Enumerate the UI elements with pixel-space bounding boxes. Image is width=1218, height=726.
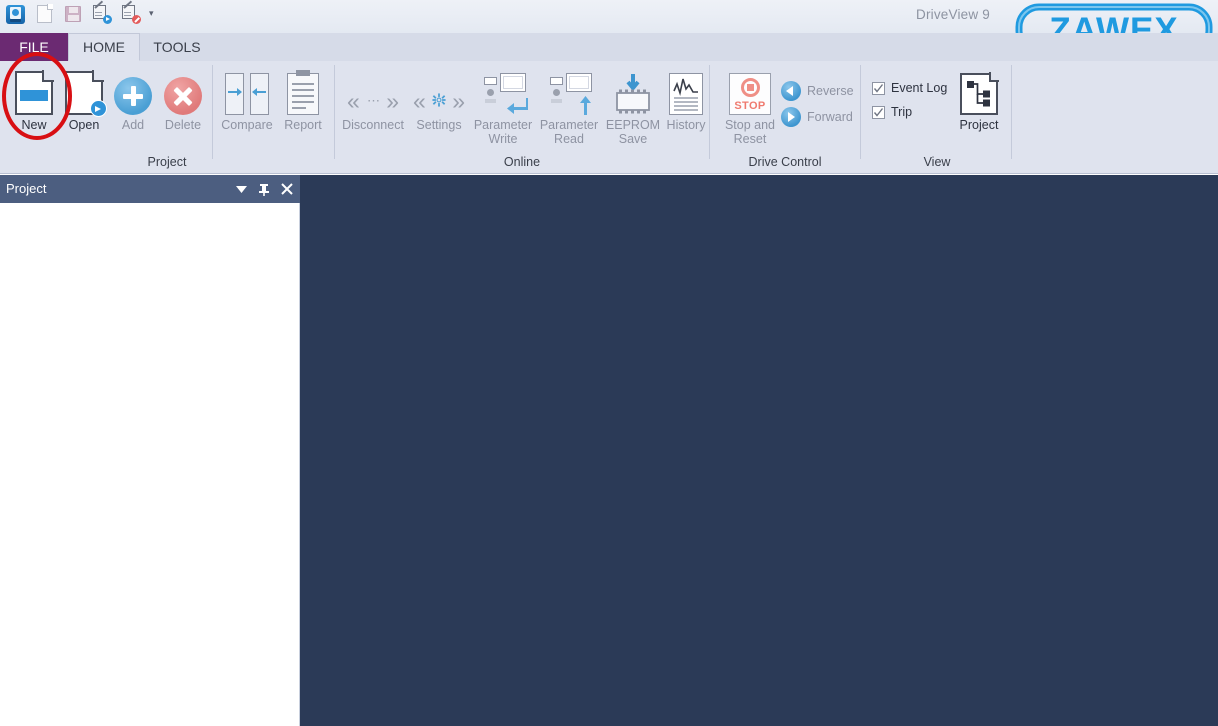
stop-icon-text: STOP	[734, 100, 766, 112]
parameter-read-label-line2: Read	[554, 132, 584, 146]
stop-and-reset-button[interactable]: STOP Stop and Reset	[719, 65, 781, 146]
stop-icon: STOP	[729, 73, 771, 115]
quick-access-toolbar: ▾	[4, 0, 154, 25]
event-log-checkbox[interactable]: Event Log	[872, 81, 947, 95]
chevron-down-icon[interactable]: ▾	[149, 8, 154, 20]
compare-button[interactable]: Compare	[216, 65, 278, 132]
history-button-label: History	[666, 118, 706, 132]
new-button-label: New	[21, 118, 47, 132]
ribbon-group-drive-control: STOP Stop and Reset Reverse Forward Driv…	[711, 61, 859, 173]
parameter-write-label-line1: Parameter	[473, 118, 533, 132]
parameter-write-label-line2: Write	[488, 132, 518, 146]
reverse-button[interactable]: Reverse	[781, 81, 854, 101]
new-button[interactable]: New	[8, 65, 60, 132]
disconnect-button[interactable]: « ⋯ » Disconnect	[338, 65, 408, 133]
project-dock-panel: Project	[0, 175, 300, 726]
close-x-icon	[164, 77, 202, 115]
settings-gear-icon: « »	[413, 88, 465, 114]
ribbon-tab-strip: FILE HOME TOOLS	[0, 33, 1218, 61]
plus-icon	[114, 77, 152, 115]
edit-disconnect-icon[interactable]	[120, 0, 142, 25]
compare-icon	[225, 73, 269, 115]
open-button-label: Open	[68, 118, 100, 132]
add-button-label: Add	[121, 118, 145, 132]
app-icon[interactable]	[4, 3, 26, 25]
history-chart-icon	[669, 73, 703, 115]
trip-checkbox[interactable]: Trip	[872, 105, 912, 119]
title-bar: ▾ DriveView 9 ZAWEX	[0, 0, 1218, 55]
forward-button[interactable]: Forward	[781, 107, 853, 127]
ribbon-group-online-label: Online	[503, 155, 541, 169]
tab-home[interactable]: HOME	[68, 33, 140, 61]
ribbon-group-project-label: Project	[147, 155, 187, 169]
disconnect-icon: « ⋯ »	[347, 88, 399, 114]
add-button[interactable]: Add	[108, 65, 158, 132]
eeprom-save-label-line2: Save	[618, 132, 648, 146]
forward-button-label: Forward	[807, 110, 853, 124]
trip-label: Trip	[891, 105, 913, 119]
application-window: ▾ DriveView 9 ZAWEX FILE HOME TOOLS New …	[0, 0, 1218, 726]
settings-button-label: Settings	[416, 118, 462, 132]
compare-button-label: Compare	[221, 118, 273, 132]
new-page-icon	[15, 70, 54, 115]
project-panel-body[interactable]	[0, 203, 299, 726]
open-button[interactable]: Open	[58, 65, 110, 132]
project-view-button-label: Project	[959, 118, 999, 132]
edit-connect-icon[interactable]	[91, 0, 113, 25]
eeprom-save-button[interactable]: EEPROM Save	[602, 65, 664, 146]
parameter-read-icon	[546, 73, 592, 284]
history-button[interactable]: History	[664, 65, 708, 132]
checkmark-icon	[872, 105, 885, 119]
project-panel-header: Project	[0, 175, 300, 203]
ribbon-group-online: « ⋯ » Disconnect « » Settings Parameter …	[336, 61, 708, 284]
delete-button[interactable]: Delete	[157, 65, 209, 132]
disconnect-button-label: Disconnect	[342, 118, 404, 132]
report-button[interactable]: Report	[278, 65, 328, 132]
parameter-write-icon	[480, 73, 528, 284]
stop-and-reset-label-line1: Stop and	[724, 118, 776, 132]
ribbon-group-project: New Open Add Delete Compare Report Proje…	[0, 61, 334, 173]
project-panel-title: Project	[6, 181, 47, 196]
panel-close-button[interactable]	[276, 175, 298, 203]
parameter-read-label-line1: Parameter	[539, 118, 599, 132]
ribbon-group-view: Event Log Trip Project View	[862, 61, 1012, 173]
reverse-button-label: Reverse	[807, 84, 854, 98]
panel-menu-button[interactable]	[230, 175, 252, 203]
ribbon-group-view-label: View	[923, 155, 951, 169]
ribbon: New Open Add Delete Compare Report Proje…	[0, 61, 1218, 284]
save-icon[interactable]	[62, 3, 84, 25]
tab-tools[interactable]: TOOLS	[142, 33, 212, 61]
panel-pin-button[interactable]	[253, 175, 275, 203]
report-button-label: Report	[284, 118, 322, 132]
open-page-icon	[65, 70, 107, 117]
new-icon[interactable]	[33, 3, 55, 25]
reverse-icon	[781, 81, 801, 101]
tab-file[interactable]: FILE	[0, 33, 68, 61]
parameter-write-button[interactable]: Parameter Write	[470, 65, 536, 284]
report-icon	[287, 70, 319, 115]
checkmark-icon	[872, 81, 885, 95]
stop-and-reset-label-line2: Reset	[733, 132, 767, 146]
eeprom-save-label-line1: EEPROM	[605, 118, 661, 132]
project-view-button[interactable]: Project	[954, 65, 1004, 132]
app-title: DriveView 9	[916, 7, 990, 22]
workspace-area[interactable]	[300, 175, 1218, 726]
settings-button[interactable]: « » Settings	[408, 65, 470, 133]
project-tree-icon	[960, 72, 999, 115]
ribbon-group-drive-control-label: Drive Control	[748, 155, 822, 169]
parameter-read-button[interactable]: Parameter Read	[536, 65, 602, 284]
forward-icon	[781, 107, 801, 127]
eeprom-save-icon	[611, 73, 655, 115]
delete-button-label: Delete	[164, 118, 202, 132]
event-log-label: Event Log	[891, 81, 948, 95]
